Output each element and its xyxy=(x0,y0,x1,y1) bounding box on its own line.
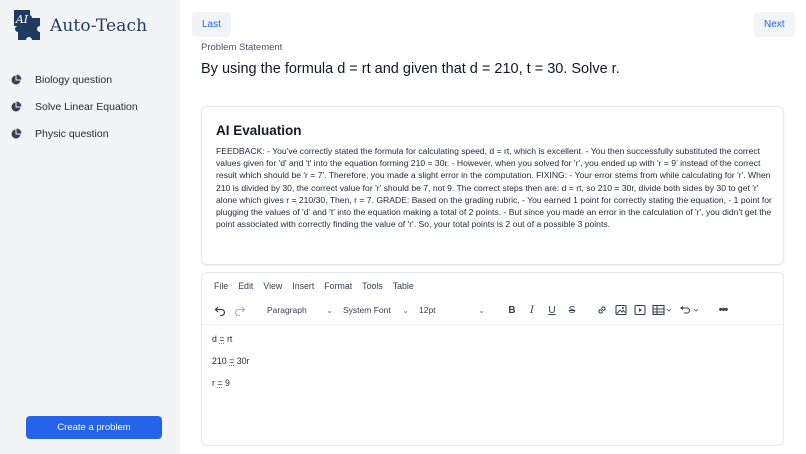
editor-line-right: 30r xyxy=(236,356,250,366)
chevron-down-icon: ⌄ xyxy=(326,305,333,315)
font-size-value: 12pt xyxy=(419,305,436,315)
menu-tools[interactable]: Tools xyxy=(362,281,383,291)
next-button[interactable]: Next xyxy=(754,12,795,37)
undo-icon[interactable] xyxy=(212,302,228,318)
italic-icon[interactable]: I xyxy=(524,302,540,318)
font-family-select[interactable]: System Font ⌄ xyxy=(341,302,411,318)
sidebar-item-label: Biology question xyxy=(35,73,113,86)
table-icon[interactable] xyxy=(651,302,675,318)
sidebar-item-label: Physic question xyxy=(35,127,109,140)
menu-format[interactable]: Format xyxy=(324,281,352,291)
editor-content[interactable]: d = rt 210 = 30r r = 9 xyxy=(212,333,249,399)
redo-icon[interactable] xyxy=(232,302,248,318)
editor-line-left: 210 xyxy=(212,356,227,366)
menu-insert[interactable]: Insert xyxy=(292,281,314,291)
editor-line: d = rt xyxy=(212,333,249,355)
editor-line: 210 = 30r xyxy=(212,355,249,377)
app-logo[interactable]: AI Auto-Teach xyxy=(12,8,147,46)
logo-mark-text: AI xyxy=(15,13,29,26)
more-options-icon[interactable]: ••• xyxy=(714,302,732,318)
editor-toolbar: Paragraph ⌄ System Font ⌄ 12pt ⌄ B I U S xyxy=(212,301,772,319)
ai-evaluation-card: AI Evaluation FEEDBACK: - You've correct… xyxy=(201,106,784,265)
font-family-value: System Font xyxy=(343,305,391,315)
sidebar-item-linear-equation[interactable]: Solve Linear Equation xyxy=(10,93,175,120)
sidebar: AI Auto-Teach Biology question Solve Lin… xyxy=(0,0,180,454)
link-icon[interactable] xyxy=(594,302,610,318)
block-format-select[interactable]: Paragraph ⌄ xyxy=(265,302,335,318)
format-painter-icon[interactable] xyxy=(678,302,702,318)
block-format-value: Paragraph xyxy=(267,305,307,315)
spellcheck-operator: = xyxy=(217,378,223,388)
underline-icon[interactable]: U xyxy=(544,302,560,318)
ai-evaluation-title: AI Evaluation xyxy=(216,123,302,138)
editor-line-right: 9 xyxy=(224,378,230,388)
pie-chart-icon xyxy=(10,101,22,113)
rich-text-editor: File Edit View Insert Format Tools Table… xyxy=(201,272,784,446)
sidebar-nav: Biology question Solve Linear Equation P… xyxy=(10,66,175,147)
editor-line-left: d xyxy=(212,334,217,344)
font-size-select[interactable]: 12pt ⌄ xyxy=(417,302,487,318)
sidebar-item-physic[interactable]: Physic question xyxy=(10,120,175,147)
create-problem-button[interactable]: Create a problem xyxy=(26,416,162,439)
app-title: Auto-Teach xyxy=(50,16,148,36)
editor-menubar: File Edit View Insert Format Tools Table xyxy=(214,281,424,291)
puzzle-logo-icon: AI xyxy=(12,8,46,46)
ai-evaluation-body: FEEDBACK: - You've correctly stated the … xyxy=(216,146,772,230)
toolbar-divider xyxy=(202,324,783,325)
problem-statement-label: Problem Statement xyxy=(201,42,283,53)
editor-line: r = 9 xyxy=(212,377,249,399)
chevron-down-icon: ⌄ xyxy=(402,305,409,315)
pie-chart-icon xyxy=(10,74,22,86)
sidebar-item-biology[interactable]: Biology question xyxy=(10,66,175,93)
pie-chart-icon xyxy=(10,128,22,140)
menu-view[interactable]: View xyxy=(263,281,282,291)
editor-line-right: rt xyxy=(226,334,233,344)
spellcheck-operator: = xyxy=(219,334,225,344)
strikethrough-icon[interactable]: S xyxy=(564,302,580,318)
last-button[interactable]: Last xyxy=(192,12,231,37)
image-icon[interactable] xyxy=(613,302,629,318)
spellcheck-operator: = xyxy=(229,356,235,366)
menu-edit[interactable]: Edit xyxy=(238,281,253,291)
menu-table[interactable]: Table xyxy=(393,281,414,291)
sidebar-item-label: Solve Linear Equation xyxy=(35,100,138,113)
editor-line-left: r xyxy=(212,378,215,388)
menu-file[interactable]: File xyxy=(214,281,228,291)
bold-icon[interactable]: B xyxy=(504,302,520,318)
media-icon[interactable] xyxy=(632,302,648,318)
problem-statement-text: By using the formula d = rt and given th… xyxy=(201,61,620,77)
chevron-down-icon: ⌄ xyxy=(478,305,485,315)
